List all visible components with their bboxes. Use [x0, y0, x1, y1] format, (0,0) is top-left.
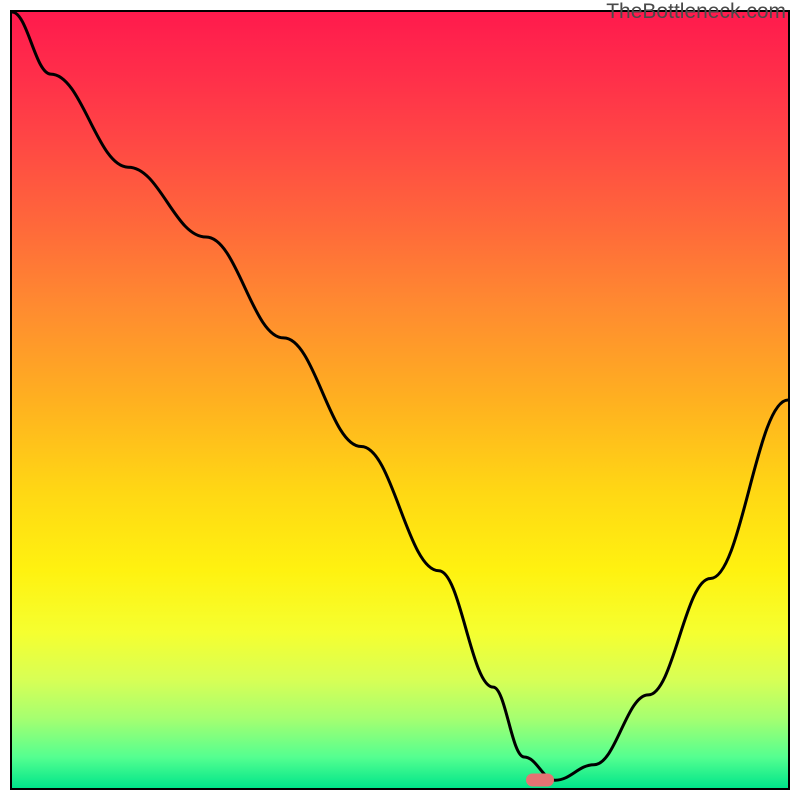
plot-area: [10, 10, 790, 790]
curve-path: [12, 12, 788, 780]
watermark-text: TheBottleneck.com: [606, 0, 786, 24]
optimum-marker: [526, 774, 554, 787]
chart-container: TheBottleneck.com: [0, 0, 800, 800]
bottleneck-curve: [12, 12, 788, 788]
